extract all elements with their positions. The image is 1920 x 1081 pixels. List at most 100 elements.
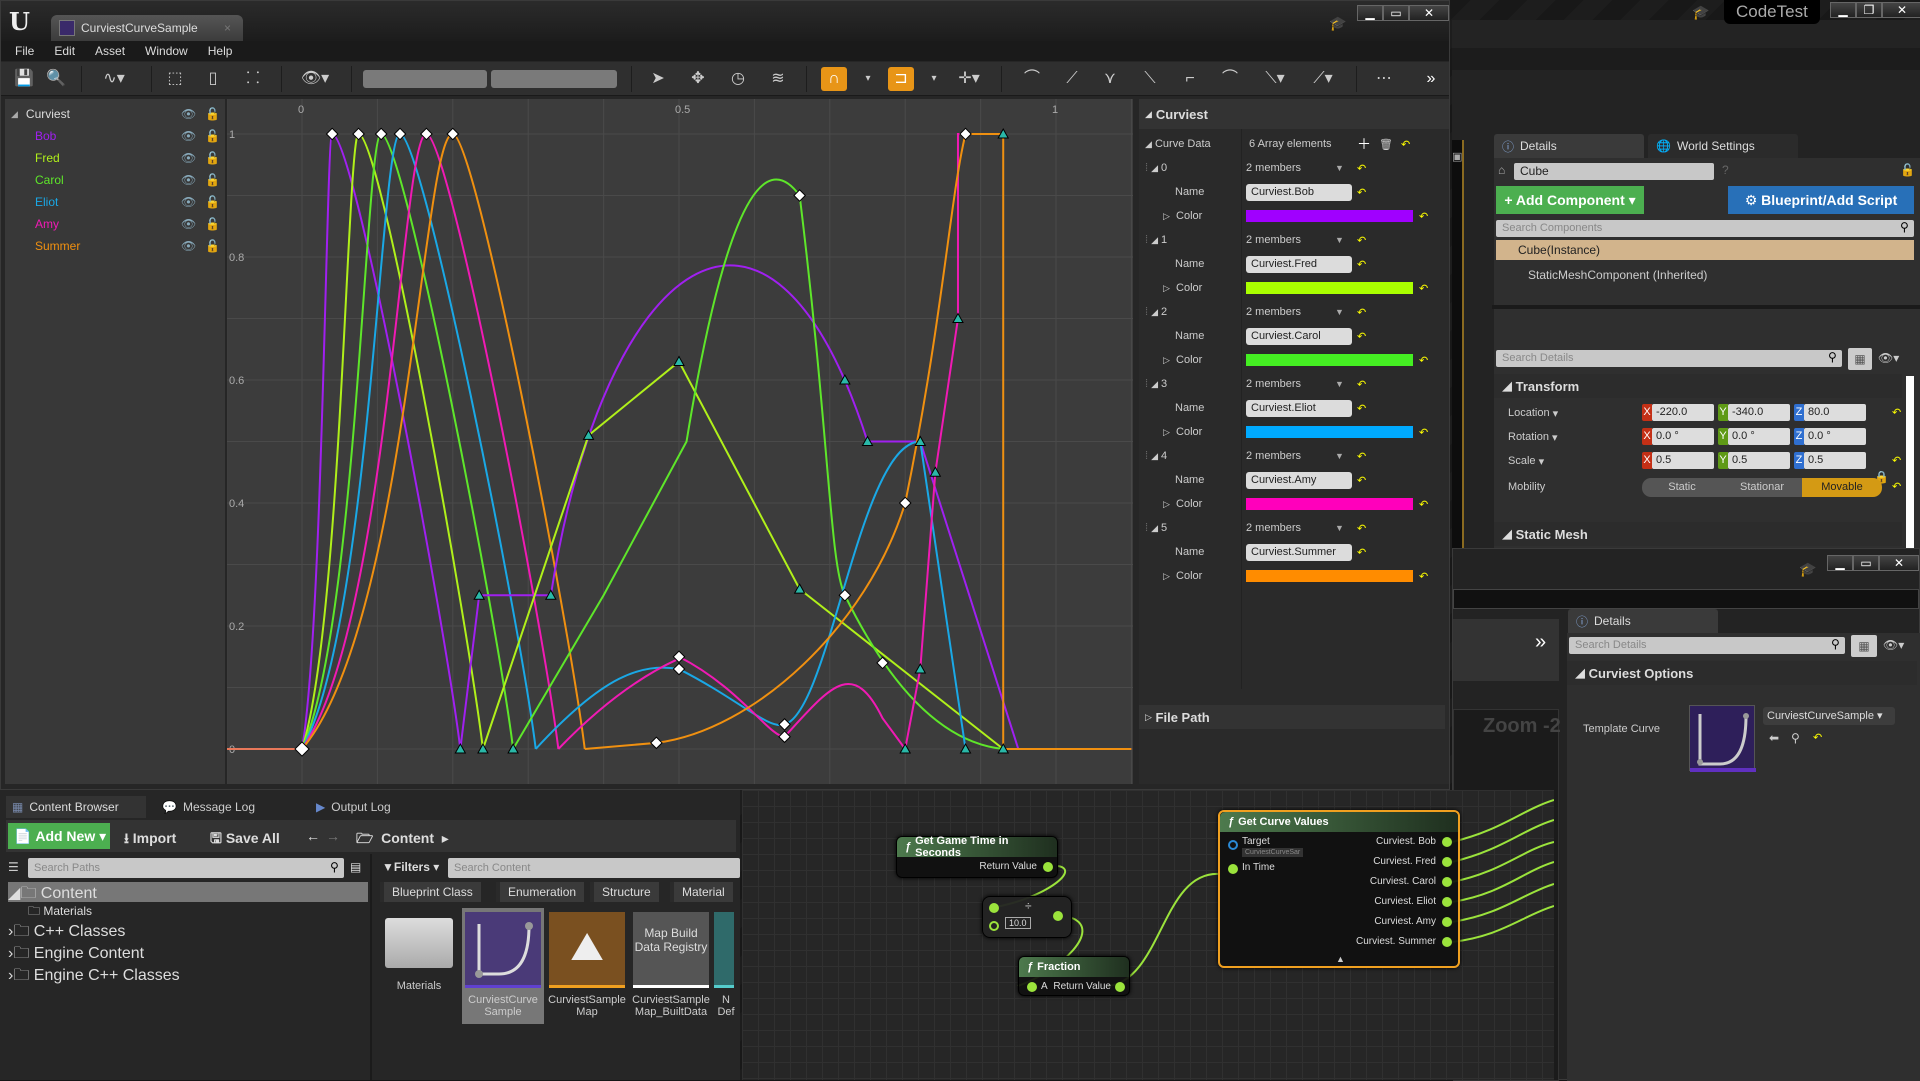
close-button[interactable]: ✕ xyxy=(1879,555,1919,571)
snap-value-icon[interactable]: ⊐ xyxy=(888,67,914,91)
document-tab[interactable]: CurviestCurveSample × xyxy=(51,15,243,41)
color-swatch[interactable] xyxy=(1246,426,1413,438)
color-swatch[interactable] xyxy=(1246,570,1413,582)
pin-in-time[interactable] xyxy=(1228,864,1238,874)
name-field[interactable]: Curviest.Carol xyxy=(1246,327,1352,345)
curve-graph-svg[interactable]: 00.5110.80.60.40.20 xyxy=(227,99,1133,784)
pin-a[interactable] xyxy=(1027,982,1037,992)
expand-arrow-icon[interactable]: ◢ xyxy=(11,109,18,120)
asset-tile[interactable]: Materials xyxy=(378,908,460,1024)
minimize-button[interactable]: ▁ xyxy=(1830,2,1856,18)
filter-chip[interactable]: Structure xyxy=(590,882,659,902)
lock-icon[interactable]: 🔓 xyxy=(205,107,220,121)
fit-icon[interactable]: ⸬ xyxy=(241,67,265,91)
name-field[interactable]: Curviest.Amy xyxy=(1246,471,1352,489)
target-dropdown[interactable]: CurviestCurveSar xyxy=(1242,848,1304,857)
minimize-button[interactable]: ▁ xyxy=(1827,555,1853,571)
component-static-mesh[interactable]: StaticMeshComponent (Inherited) xyxy=(1528,268,1707,282)
output-pin[interactable] xyxy=(1442,877,1452,887)
template-curve-dropdown[interactable]: CurviestCurveSample ▾ xyxy=(1763,707,1895,725)
output-pin[interactable] xyxy=(1442,837,1452,847)
asset-tile[interactable]: Map Build Data Registry CurviestSample Ma… xyxy=(630,908,712,1024)
reset-icon[interactable]: ↶ xyxy=(1401,138,1410,151)
eye-icon[interactable]: 👁 xyxy=(181,173,196,187)
curviest-options-section[interactable]: ◢ Curviest Options xyxy=(1567,661,1917,685)
rotation-y-field[interactable]: 0.0 ° xyxy=(1728,428,1790,445)
expand-panel-icon[interactable]: » xyxy=(1535,631,1546,654)
filters-button[interactable]: ▼Filters ▾ xyxy=(382,860,439,874)
menu-window[interactable]: Window xyxy=(145,44,188,58)
eye-icon[interactable]: 👁 xyxy=(181,195,196,209)
reset-icon[interactable]: ↶ xyxy=(1357,186,1366,199)
tree-curve-carol[interactable]: Carol 👁 🔓 xyxy=(5,169,225,191)
filter-chip[interactable]: Material xyxy=(670,882,733,902)
reset-icon[interactable]: ↶ xyxy=(1357,330,1366,343)
scale-label[interactable]: Scale ▾ xyxy=(1508,450,1544,472)
user-tangent-icon[interactable]: ⟋ xyxy=(1059,67,1085,91)
flatten-icon[interactable]: ⋯ xyxy=(1371,67,1397,91)
weighted-tangent-icon[interactable]: ⌒ xyxy=(1217,67,1243,91)
tab-content-browser[interactable]: ▦ Content Browser xyxy=(6,796,146,818)
scale-y-field[interactable]: 0.5 xyxy=(1728,452,1790,469)
add-new-button[interactable]: 📄 Add New ▾ xyxy=(8,823,110,849)
tab-world-settings[interactable]: 🌐 World Settings xyxy=(1648,134,1798,158)
node-get-curve-values[interactable]: ƒ Get Curve Values Target CurviestCurveSa… xyxy=(1218,810,1460,968)
pin-a[interactable] xyxy=(989,903,999,913)
reset-icon[interactable]: ↶ xyxy=(1357,258,1366,271)
node-divide[interactable]: 10.0 ÷ xyxy=(982,896,1072,938)
view-options-icon[interactable]: 👁▾ xyxy=(295,67,335,91)
location-label[interactable]: Location ▾ xyxy=(1508,402,1558,424)
tree-curve-bob[interactable]: Bob 👁 🔓 xyxy=(5,125,225,147)
mobility-stationar[interactable]: Stationar xyxy=(1722,478,1802,497)
scale-z-field[interactable]: 0.5 xyxy=(1804,452,1866,469)
pre-infinity-icon[interactable]: ⟍▾ xyxy=(1257,67,1293,91)
restore-button[interactable]: ❐ xyxy=(1856,2,1882,18)
reset-icon[interactable]: ↶ xyxy=(1813,731,1822,744)
reset-icon[interactable]: ↶ xyxy=(1419,210,1428,223)
name-field[interactable]: Curviest.Fred xyxy=(1246,255,1352,273)
tab-message-log[interactable]: 💬 Message Log xyxy=(156,796,296,818)
add-element-icon[interactable]: ＋ xyxy=(1357,134,1371,154)
browse-icon[interactable]: 🔍 xyxy=(45,67,67,91)
maximize-button[interactable]: ▭ xyxy=(1383,5,1409,21)
eye-icon[interactable]: 👁 xyxy=(181,151,196,165)
reset-icon[interactable]: ↶ xyxy=(1357,162,1366,175)
path-breadcrumb[interactable]: 🗁 Content ▸ xyxy=(356,828,449,852)
tree-root[interactable]: ◢ Curviest 👁 🔓 xyxy=(5,103,225,125)
tutorial-hat-icon[interactable]: 🎓 xyxy=(1799,561,1816,578)
element-4-row[interactable]: ⁞ ◢ 4 2 members ▼ ↶ xyxy=(1139,444,1439,468)
tree-curve-fred[interactable]: Fred 👁 🔓 xyxy=(5,147,225,169)
chevron-down-icon[interactable]: ▼ xyxy=(1335,523,1344,533)
maximize-button[interactable]: ▭ xyxy=(1853,555,1879,571)
toggle-sources-icon[interactable]: ☰ xyxy=(8,860,19,874)
asset-tile[interactable]: CurviestCurve Sample xyxy=(462,908,544,1024)
search-content-input[interactable]: Search Content xyxy=(448,858,740,878)
mobility-static[interactable]: Static xyxy=(1642,478,1722,497)
output-pin[interactable] xyxy=(1442,897,1452,907)
snap-time-icon[interactable]: ∩ xyxy=(821,67,847,91)
auto-tangent-icon[interactable]: ⌒ xyxy=(1019,67,1045,91)
browse-icon[interactable]: ⚲ xyxy=(1791,731,1800,745)
reset-icon[interactable]: ↶ xyxy=(1357,546,1366,559)
lock-icon[interactable]: 🔓 xyxy=(205,239,220,253)
template-curve-thumbnail[interactable] xyxy=(1689,705,1756,772)
tab-output-log[interactable]: ▶ Output Log xyxy=(310,796,450,818)
output-pin[interactable] xyxy=(1442,917,1452,927)
pin-result[interactable] xyxy=(1053,911,1063,921)
use-selected-icon[interactable]: ⬅ xyxy=(1769,731,1779,745)
lock-icon[interactable]: 🔓 xyxy=(1900,163,1915,177)
reset-icon[interactable]: ↶ xyxy=(1419,570,1428,583)
static-mesh-section[interactable]: ◢ Static Mesh xyxy=(1494,522,1902,546)
linear-icon[interactable]: ⟍ xyxy=(1137,67,1163,91)
element-3-row[interactable]: ⁞ ◢ 3 2 members ▼ ↶ xyxy=(1139,372,1439,396)
lock-icon[interactable]: 🔓 xyxy=(205,217,220,231)
search-details-input[interactable]: Search Details xyxy=(1496,350,1842,367)
blueprint-graph[interactable]: ƒ Get Game Time in Seconds Return Value 1… xyxy=(742,790,1554,1080)
file-path-section[interactable]: ▷ File Path xyxy=(1139,705,1445,729)
output-pin[interactable] xyxy=(1442,937,1452,947)
location-y-field[interactable]: -340.0 xyxy=(1728,404,1790,421)
reset-icon[interactable]: ↶ xyxy=(1419,426,1428,439)
node-fraction[interactable]: ƒ Fraction A Return Value xyxy=(1018,956,1130,996)
input-bar-1[interactable] xyxy=(363,70,487,88)
collapse-icon[interactable]: ▲ xyxy=(1336,954,1345,964)
